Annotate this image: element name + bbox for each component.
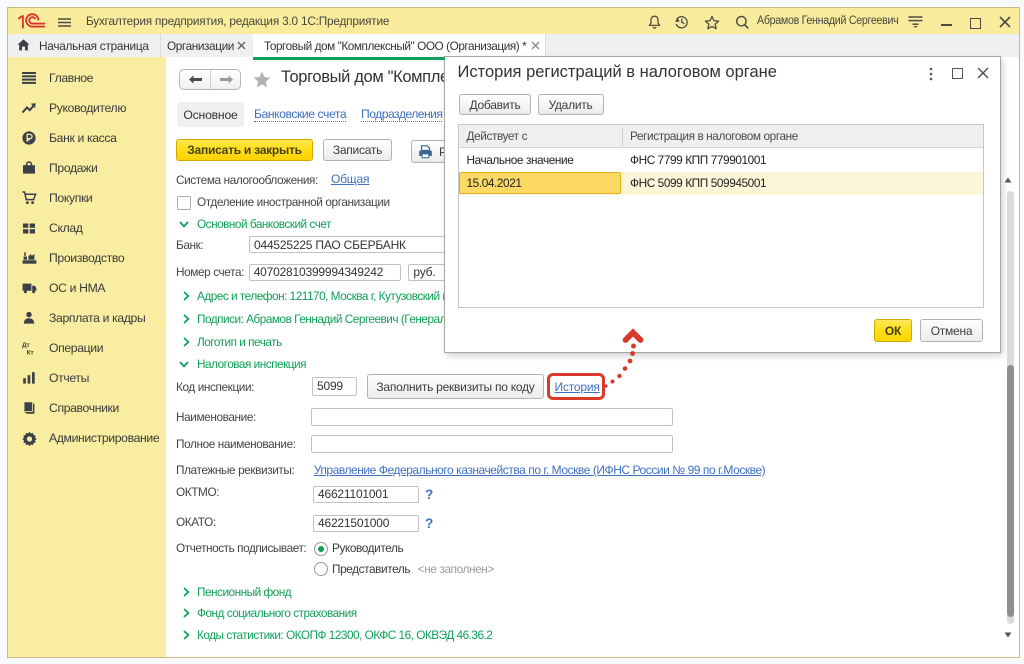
svg-text:Кт: Кт: [27, 349, 34, 356]
svg-text:Дт: Дт: [22, 342, 30, 349]
